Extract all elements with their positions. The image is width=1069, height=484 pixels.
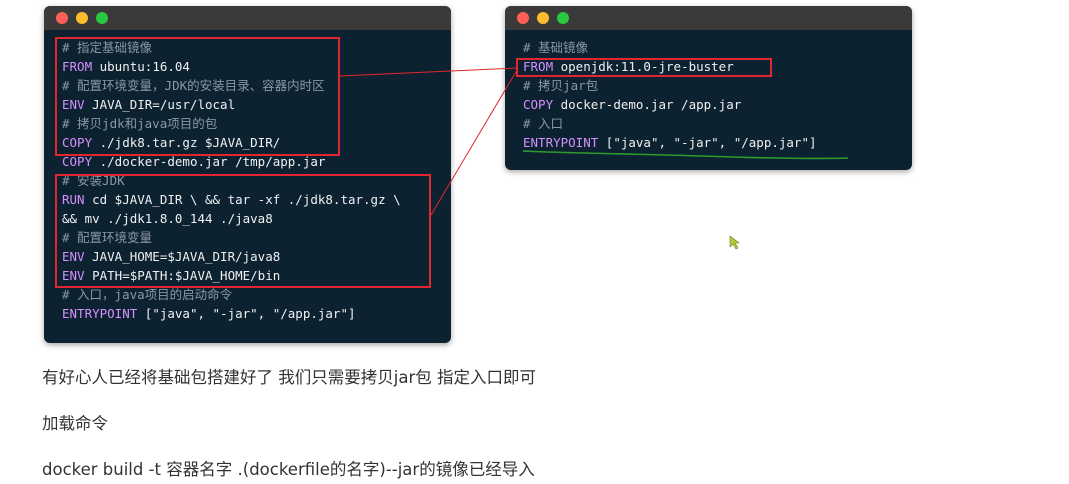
connector-line-bottom bbox=[430, 69, 518, 216]
document-page: # 指定基础镜像 FROM ubuntu:16.04 # 配置环境变量，JDK的安装… bbox=[0, 0, 1069, 484]
explanation-paragraph: 有好心人已经将基础包搭建好了 我们只需要拷贝jar包 指定入口即可 bbox=[42, 368, 536, 387]
annotation-overlay bbox=[339, 67, 849, 250]
mouse-cursor-icon bbox=[729, 235, 740, 250]
entrypoint-green-underline bbox=[522, 150, 849, 160]
connector-line-top bbox=[339, 67, 518, 77]
load-command-heading: 加载命令 bbox=[42, 414, 108, 433]
docker-build-command-text: docker build -t 容器名字 .(dockerfile的名字)--j… bbox=[42, 460, 535, 479]
